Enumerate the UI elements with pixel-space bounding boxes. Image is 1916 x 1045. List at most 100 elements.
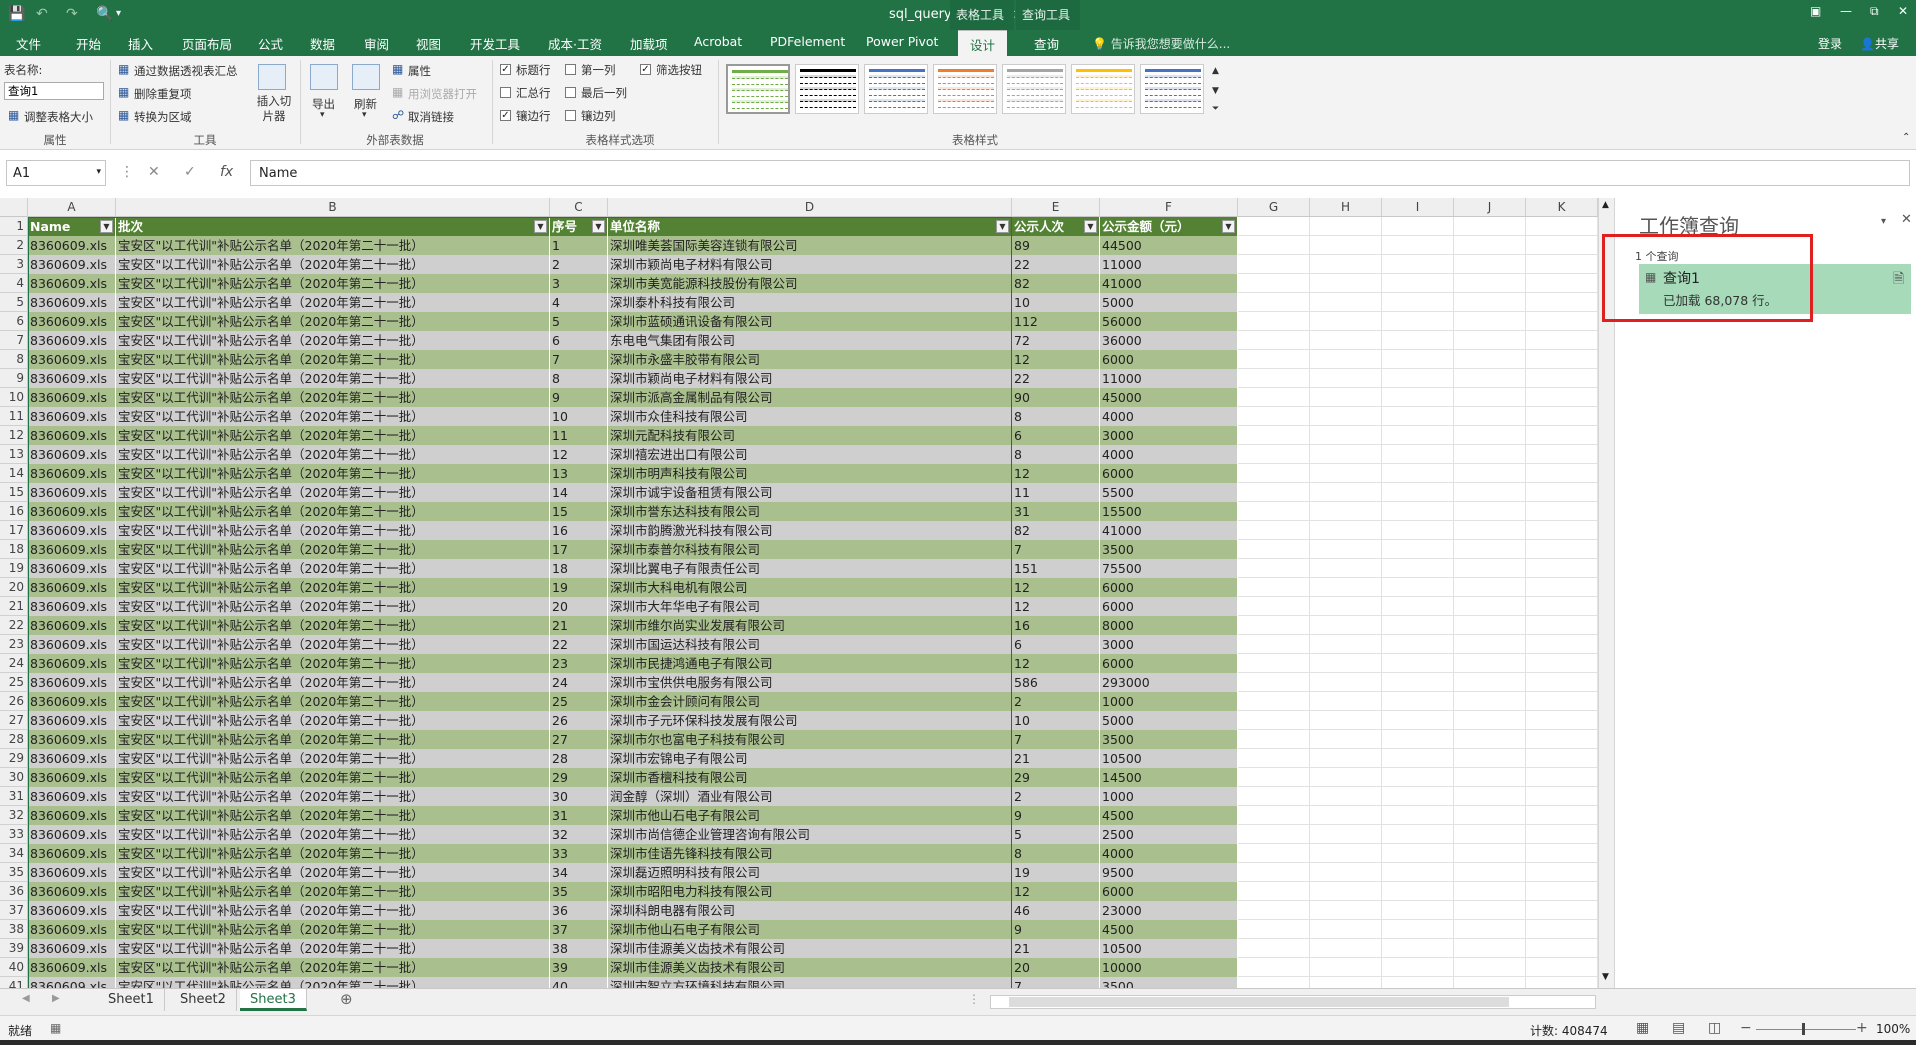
empty-cell[interactable] (1526, 521, 1598, 540)
table-style-swatch[interactable] (726, 64, 790, 114)
empty-cell[interactable] (1526, 844, 1598, 863)
empty-cell[interactable] (1454, 616, 1526, 635)
row-header[interactable]: 13 (0, 445, 28, 464)
table-cell[interactable]: 宝安区"以工代训"补贴公示名单（2020年第二十一批） (116, 293, 550, 312)
table-cell[interactable]: 8360609.xls (28, 673, 116, 692)
empty-cell[interactable] (1454, 540, 1526, 559)
row-header[interactable]: 21 (0, 597, 28, 616)
remove-duplicates-button[interactable]: 删除重复项 (134, 86, 192, 102)
empty-cell[interactable] (1310, 806, 1382, 825)
empty-cell[interactable] (1310, 920, 1382, 939)
empty-cell[interactable] (1310, 616, 1382, 635)
table-cell[interactable]: 宝安区"以工代训"补贴公示名单（2020年第二十一批） (116, 825, 550, 844)
row-header[interactable]: 15 (0, 483, 28, 502)
empty-cell[interactable] (1310, 578, 1382, 597)
empty-cell[interactable] (1454, 274, 1526, 293)
table-cell[interactable]: 6000 (1100, 578, 1238, 597)
table-cell[interactable]: 深圳市佳语先锋科技有限公司 (608, 844, 1012, 863)
table-style-swatch[interactable] (864, 64, 928, 114)
table-cell[interactable]: 深圳市他山石电子有限公司 (608, 806, 1012, 825)
empty-cell[interactable] (1238, 331, 1310, 350)
table-cell[interactable]: 10500 (1100, 749, 1238, 768)
table-cell[interactable]: 40 (550, 977, 608, 988)
empty-cell[interactable] (1526, 483, 1598, 502)
table-cell[interactable]: 4 (550, 293, 608, 312)
empty-cell[interactable] (1526, 369, 1598, 388)
table-cell[interactable]: 31 (550, 806, 608, 825)
row-header[interactable]: 40 (0, 958, 28, 977)
empty-cell[interactable] (1310, 635, 1382, 654)
table-cell[interactable]: 8360609.xls (28, 426, 116, 445)
name-box[interactable]: A1 ▾ (6, 160, 106, 186)
tab-addins[interactable]: 加载项 (630, 34, 668, 53)
row-header[interactable]: 27 (0, 711, 28, 730)
table-cell[interactable]: 11000 (1100, 369, 1238, 388)
table-cell[interactable]: 6000 (1100, 882, 1238, 901)
table-cell[interactable]: 宝安区"以工代训"补贴公示名单（2020年第二十一批） (116, 331, 550, 350)
table-cell[interactable]: 8360609.xls (28, 559, 116, 578)
table-cell[interactable]: 8360609.xls (28, 806, 116, 825)
empty-cell[interactable] (1310, 502, 1382, 521)
table-cell[interactable]: 15500 (1100, 502, 1238, 521)
empty-cell[interactable] (1454, 578, 1526, 597)
table-cell[interactable]: 宝安区"以工代训"补贴公示名单（2020年第二十一批） (116, 502, 550, 521)
table-cell[interactable]: 2 (1012, 692, 1100, 711)
table-cell[interactable]: 4000 (1100, 844, 1238, 863)
table-cell[interactable]: 39 (550, 958, 608, 977)
empty-cell[interactable] (1238, 236, 1310, 255)
table-cell[interactable]: 深圳市他山石电子有限公司 (608, 920, 1012, 939)
table-cell[interactable]: 8360609.xls (28, 882, 116, 901)
empty-cell[interactable] (1310, 901, 1382, 920)
table-cell[interactable]: 90 (1012, 388, 1100, 407)
empty-cell[interactable] (1454, 559, 1526, 578)
export-dropdown-icon[interactable]: ▾ (320, 110, 325, 120)
empty-cell[interactable] (1238, 806, 1310, 825)
tab-cost-salary[interactable]: 成本·工资 (548, 34, 602, 53)
empty-cell[interactable] (1454, 768, 1526, 787)
table-cell[interactable]: 20 (550, 597, 608, 616)
empty-cell[interactable] (1238, 939, 1310, 958)
column-header-e[interactable]: E (1012, 198, 1100, 217)
filter-dropdown-icon[interactable]: ▼ (996, 220, 1009, 233)
table-cell[interactable]: 宝安区"以工代训"补贴公示名单（2020年第二十一批） (116, 749, 550, 768)
table-cell[interactable]: 14500 (1100, 768, 1238, 787)
table-cell[interactable]: 7 (1012, 730, 1100, 749)
empty-cell[interactable] (1454, 236, 1526, 255)
filter-dropdown-icon[interactable]: ▼ (1084, 220, 1097, 233)
table-cell[interactable]: 宝安区"以工代训"补贴公示名单（2020年第二十一批） (116, 654, 550, 673)
empty-cell[interactable] (1238, 977, 1310, 988)
empty-cell[interactable] (1454, 711, 1526, 730)
banded-rows-checkbox[interactable]: ✓ (500, 110, 511, 121)
table-cell[interactable]: 19 (550, 578, 608, 597)
table-cell[interactable]: 22 (1012, 255, 1100, 274)
table-cell[interactable]: 22 (550, 635, 608, 654)
empty-cell[interactable] (1310, 844, 1382, 863)
table-cell[interactable]: 17 (550, 540, 608, 559)
add-sheet-icon[interactable]: ⊕ (340, 990, 353, 1008)
empty-cell[interactable] (1526, 635, 1598, 654)
table-cell[interactable]: 深圳市国运达科技有限公司 (608, 635, 1012, 654)
row-header[interactable]: 12 (0, 426, 28, 445)
table-cell[interactable]: 21 (1012, 939, 1100, 958)
empty-cell[interactable] (1526, 825, 1598, 844)
table-cell[interactable]: 6000 (1100, 350, 1238, 369)
tab-query[interactable]: 查询 (1034, 34, 1059, 53)
empty-cell[interactable] (1310, 882, 1382, 901)
empty-cell[interactable] (1310, 863, 1382, 882)
table-cell[interactable]: 72 (1012, 331, 1100, 350)
table-cell[interactable]: 26 (550, 711, 608, 730)
table-cell[interactable]: 8360609.xls (28, 863, 116, 882)
table-cell[interactable]: 8360609.xls (28, 711, 116, 730)
zoom-out-icon[interactable]: − (1740, 1020, 1752, 1036)
table-cell[interactable]: 宝安区"以工代训"补贴公示名单（2020年第二十一批） (116, 445, 550, 464)
table-cell[interactable]: 12 (1012, 350, 1100, 369)
table-cell[interactable]: 宝安区"以工代训"补贴公示名单（2020年第二十一批） (116, 768, 550, 787)
column-header-d[interactable]: D (608, 198, 1012, 217)
table-cell[interactable]: 11 (550, 426, 608, 445)
empty-cell[interactable] (1382, 730, 1454, 749)
empty-cell[interactable] (1238, 293, 1310, 312)
table-cell[interactable]: 深圳市宏锦电子有限公司 (608, 749, 1012, 768)
table-cell[interactable]: 深圳泰朴科技有限公司 (608, 293, 1012, 312)
row-header[interactable]: 4 (0, 274, 28, 293)
table-cell[interactable]: 6 (1012, 635, 1100, 654)
